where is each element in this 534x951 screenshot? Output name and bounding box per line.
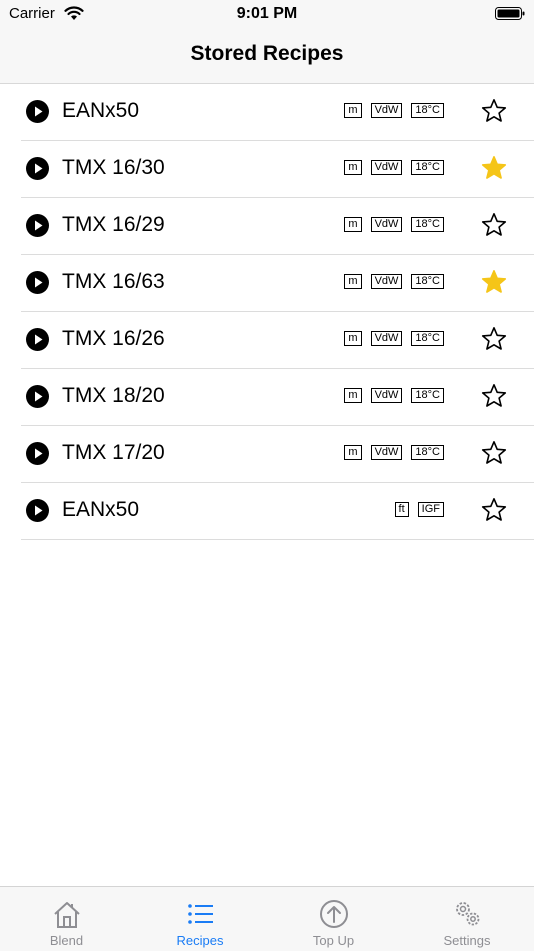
unit-tag: VdW [370, 217, 403, 232]
star-outline-icon[interactable] [481, 440, 507, 466]
recipe-name: TMX 16/63 [62, 270, 165, 293]
unit-tag: VdW [370, 103, 403, 118]
recipe-tags: m VdW 18°C [344, 274, 444, 289]
recipe-name: TMX 16/26 [62, 327, 165, 350]
tab-top-up[interactable]: Top Up [267, 887, 400, 951]
play-icon[interactable] [26, 328, 49, 351]
recipe-list: EANx50 m VdW 18°C TMX 16/30 m VdW 18°C TMX 16/29… [0, 84, 534, 540]
tab-label: Recipes [176, 933, 224, 948]
unit-tag: 18°C [411, 274, 444, 289]
tab-bar: Blend Recipes Top Up Settings [0, 886, 534, 951]
status-time: 9:01 PM [236, 5, 298, 22]
play-icon[interactable] [26, 271, 49, 294]
recipe-name: EANx50 [62, 498, 140, 521]
unit-tag: m [344, 445, 362, 460]
star-outline-icon[interactable] [481, 212, 507, 238]
recipe-name: TMX 16/29 [62, 213, 165, 236]
unit-tag: 18°C [411, 217, 444, 232]
play-icon[interactable] [26, 385, 49, 408]
unit-tag: 18°C [411, 331, 444, 346]
unit-tag: m [344, 160, 362, 175]
house-icon [53, 902, 80, 928]
tab-recipes[interactable]: Recipes [134, 887, 267, 951]
gears-icon [456, 902, 480, 926]
tab-label: Blend [49, 933, 84, 948]
recipe-tags: m VdW 18°C [344, 103, 444, 118]
recipe-name: TMX 17/20 [62, 441, 165, 464]
recipe-tags: m VdW 18°C [344, 217, 444, 232]
unit-tag: IGF [417, 502, 444, 517]
battery-icon [495, 7, 525, 20]
recipe-row[interactable]: TMX 17/20 m VdW 18°C [21, 426, 534, 483]
recipe-tags: m VdW 18°C [344, 160, 444, 175]
unit-tag: VdW [370, 445, 403, 460]
recipe-tags: m VdW 18°C [344, 388, 444, 403]
arrow-up-circle-icon [319, 900, 348, 928]
unit-tag: 18°C [411, 388, 444, 403]
recipe-row[interactable]: TMX 16/29 m VdW 18°C [21, 198, 534, 255]
star-outline-icon[interactable] [481, 383, 507, 409]
play-icon[interactable] [26, 157, 49, 180]
star-filled-icon[interactable] [481, 269, 507, 295]
navigation-bar: Stored Recipes [0, 28, 534, 84]
unit-tag: m [344, 217, 362, 232]
unit-tag: VdW [370, 274, 403, 289]
unit-tag: 18°C [411, 445, 444, 460]
recipe-row[interactable]: TMX 18/20 m VdW 18°C [21, 369, 534, 426]
star-outline-icon[interactable] [481, 326, 507, 352]
page-title: Stored Recipes [190, 42, 344, 65]
unit-tag: m [344, 331, 362, 346]
recipe-row[interactable]: EANx50 ft IGF [21, 483, 534, 540]
recipe-tags: m VdW 18°C [344, 331, 444, 346]
tab-blend[interactable]: Blend [0, 887, 133, 951]
recipe-name: TMX 16/30 [62, 156, 165, 179]
recipe-tags: m VdW 18°C [344, 445, 444, 460]
tab-label: Top Up [312, 933, 355, 948]
tab-label: Settings [443, 933, 491, 948]
unit-tag: 18°C [411, 160, 444, 175]
unit-tag: m [344, 103, 362, 118]
recipe-row[interactable]: TMX 16/26 m VdW 18°C [21, 312, 534, 369]
recipe-name: TMX 18/20 [62, 384, 165, 407]
star-filled-icon[interactable] [481, 155, 507, 181]
star-outline-icon[interactable] [481, 497, 507, 523]
recipe-name: EANx50 [62, 99, 140, 122]
play-icon[interactable] [26, 442, 49, 465]
tab-settings[interactable]: Settings [401, 887, 534, 951]
unit-tag: VdW [370, 160, 403, 175]
list-icon [188, 904, 213, 924]
unit-tag: VdW [370, 331, 403, 346]
recipe-tags: ft IGF [394, 502, 444, 517]
play-icon[interactable] [26, 499, 49, 522]
play-icon[interactable] [26, 100, 49, 123]
recipe-row[interactable]: TMX 16/63 m VdW 18°C [21, 255, 534, 312]
unit-tag: 18°C [411, 103, 444, 118]
recipe-row[interactable]: TMX 16/30 m VdW 18°C [21, 141, 534, 198]
status-bar: Carrier 9:01 PM [0, 0, 534, 28]
recipe-row[interactable]: EANx50 m VdW 18°C [21, 84, 534, 141]
unit-tag: m [344, 388, 362, 403]
unit-tag: VdW [370, 388, 403, 403]
play-icon[interactable] [26, 214, 49, 237]
star-outline-icon[interactable] [481, 98, 507, 124]
unit-tag: m [344, 274, 362, 289]
unit-tag: ft [394, 502, 409, 517]
